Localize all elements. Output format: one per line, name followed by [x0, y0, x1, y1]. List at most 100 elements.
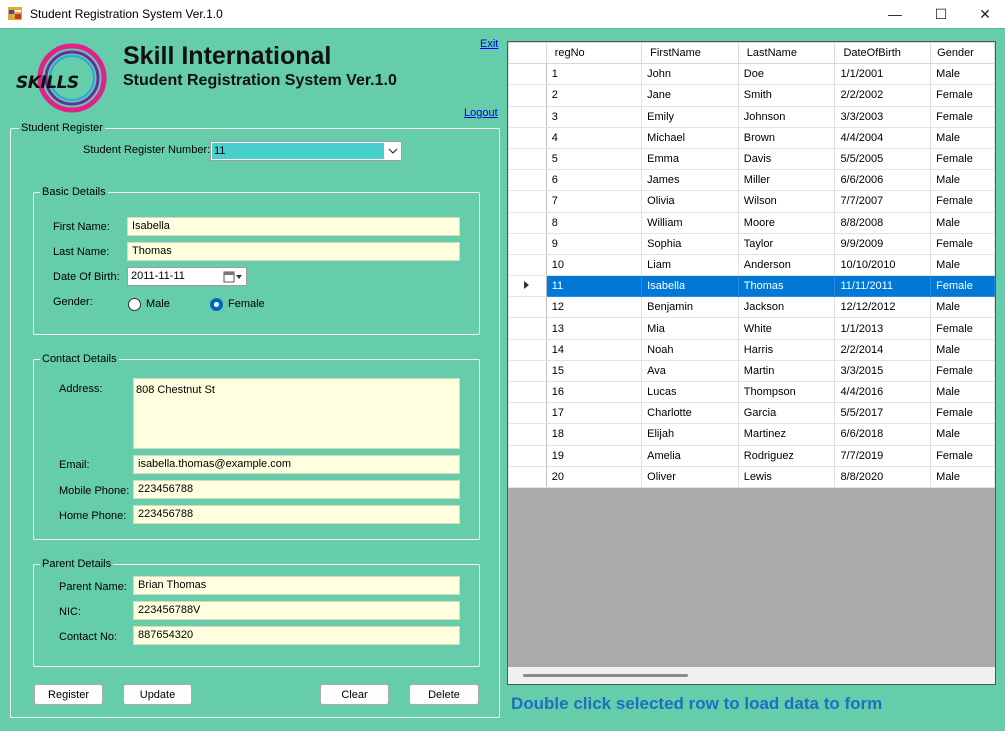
cell-lastname[interactable]: Jackson: [737, 296, 836, 319]
cell-dateofbirth[interactable]: 12/12/2012: [834, 296, 932, 319]
cell-regno[interactable]: 13: [545, 317, 643, 340]
row-header[interactable]: [508, 465, 547, 488]
cell-lastname[interactable]: Miller: [737, 169, 836, 192]
cell-dateofbirth[interactable]: 8/8/2020: [834, 465, 932, 488]
cell-firstname[interactable]: Sophia: [641, 232, 739, 255]
cell-firstname[interactable]: Emma: [641, 147, 739, 171]
first-name-field[interactable]: Isabella: [127, 217, 460, 236]
reg-no-combobox[interactable]: 11: [210, 141, 402, 161]
cell-dateofbirth[interactable]: 1/1/2013: [834, 317, 932, 340]
cell-regno[interactable]: 14: [545, 338, 643, 361]
cell-firstname[interactable]: Oliver: [641, 465, 739, 488]
cell-dateofbirth[interactable]: 2/2/2014: [834, 338, 932, 361]
cell-dateofbirth[interactable]: 6/6/2006: [834, 169, 932, 192]
students-grid[interactable]: regNo FirstName LastName DateOfBirth Gen…: [507, 41, 996, 685]
cell-regno[interactable]: 6: [545, 169, 643, 192]
cell-dateofbirth[interactable]: 7/7/2007: [834, 190, 932, 213]
cell-regno[interactable]: 19: [545, 444, 643, 467]
table-row[interactable]: 9 Sophia Taylor 9/9/2009 Female: [508, 232, 995, 255]
cell-dateofbirth[interactable]: 2/2/2002: [834, 84, 932, 107]
cell-regno[interactable]: 18: [545, 423, 643, 446]
column-header-dateofbirth[interactable]: DateOfBirth: [834, 42, 932, 65]
cell-regno[interactable]: 4: [545, 126, 643, 149]
maximize-button[interactable]: ☐: [918, 0, 964, 28]
cell-gender[interactable]: Male: [930, 338, 995, 361]
table-row[interactable]: 4 Michael Brown 4/4/2004 Male: [508, 126, 995, 149]
cell-lastname[interactable]: Brown: [737, 126, 836, 149]
row-header[interactable]: [508, 147, 547, 171]
cell-gender[interactable]: Female: [930, 147, 995, 171]
table-row[interactable]: 8 William Moore 8/8/2008 Male: [508, 211, 995, 234]
horizontal-scrollbar[interactable]: [508, 667, 995, 684]
table-row[interactable]: 6 James Miller 6/6/2006 Male: [508, 169, 995, 192]
cell-gender[interactable]: Male: [930, 169, 995, 192]
row-header[interactable]: [508, 402, 547, 425]
table-row[interactable]: 17 Charlotte Garcia 5/5/2017 Female: [508, 402, 995, 425]
cell-firstname[interactable]: Benjamin: [641, 296, 739, 319]
cell-lastname[interactable]: Thomas: [737, 275, 836, 298]
cell-regno[interactable]: 3: [545, 105, 643, 128]
cell-lastname[interactable]: Martin: [737, 359, 836, 383]
table-row[interactable]: 2 Jane Smith 2/2/2002 Female: [508, 84, 995, 107]
dob-picker[interactable]: 2011-11-11: [127, 267, 247, 286]
gender-male-radio[interactable]: [128, 298, 141, 311]
cell-firstname[interactable]: Amelia: [641, 444, 739, 467]
table-row[interactable]: 20 Oliver Lewis 8/8/2020 Male: [508, 465, 995, 488]
cell-lastname[interactable]: Moore: [737, 211, 836, 234]
cell-gender[interactable]: Female: [930, 317, 995, 340]
column-header-regno[interactable]: regNo: [545, 42, 643, 65]
cell-firstname[interactable]: Mia: [641, 317, 739, 340]
cell-firstname[interactable]: William: [641, 211, 739, 234]
cell-gender[interactable]: Male: [930, 296, 995, 319]
calendar-icon[interactable]: [222, 269, 244, 284]
table-row[interactable]: 10 Liam Anderson 10/10/2010 Male: [508, 253, 995, 277]
cell-firstname[interactable]: Isabella: [641, 275, 739, 298]
row-header[interactable]: [508, 169, 547, 192]
cell-dateofbirth[interactable]: 6/6/2018: [834, 423, 932, 446]
cell-firstname[interactable]: Lucas: [641, 380, 739, 404]
cell-lastname[interactable]: Martinez: [737, 423, 836, 446]
cell-firstname[interactable]: James: [641, 169, 739, 192]
cell-gender[interactable]: Female: [930, 232, 995, 255]
cell-regno[interactable]: 2: [545, 84, 643, 107]
gender-female-radio[interactable]: [210, 298, 223, 311]
update-button[interactable]: Update: [123, 684, 192, 705]
row-header[interactable]: [508, 84, 547, 107]
row-header[interactable]: [508, 232, 547, 255]
cell-regno[interactable]: 12: [545, 296, 643, 319]
table-row[interactable]: 5 Emma Davis 5/5/2005 Female: [508, 147, 995, 171]
nic-field[interactable]: 223456788V: [133, 601, 460, 620]
table-row[interactable]: 3 Emily Johnson 3/3/2003 Female: [508, 105, 995, 128]
cell-regno[interactable]: 5: [545, 147, 643, 171]
column-header-lastname[interactable]: LastName: [737, 42, 836, 65]
row-header[interactable]: [508, 296, 547, 319]
cell-firstname[interactable]: Olivia: [641, 190, 739, 213]
cell-lastname[interactable]: Doe: [737, 63, 836, 86]
cell-firstname[interactable]: Noah: [641, 338, 739, 361]
cell-dateofbirth[interactable]: 4/4/2004: [834, 126, 932, 149]
close-button[interactable]: ✕: [962, 0, 1005, 28]
cell-gender[interactable]: Female: [930, 190, 995, 213]
cell-lastname[interactable]: Johnson: [737, 105, 836, 128]
cell-gender[interactable]: Male: [930, 465, 995, 488]
cell-lastname[interactable]: White: [737, 317, 836, 340]
cell-lastname[interactable]: Rodriguez: [737, 444, 836, 467]
column-header-firstname[interactable]: FirstName: [641, 42, 739, 65]
cell-lastname[interactable]: Lewis: [737, 465, 836, 488]
cell-firstname[interactable]: Jane: [641, 84, 739, 107]
cell-firstname[interactable]: John: [641, 63, 739, 86]
last-name-field[interactable]: Thomas: [127, 242, 460, 261]
cell-regno[interactable]: 20: [545, 465, 643, 488]
table-row[interactable]: 11 Isabella Thomas 11/11/2011 Female: [508, 275, 995, 298]
cell-gender[interactable]: Female: [930, 105, 995, 128]
cell-dateofbirth[interactable]: 9/9/2009: [834, 232, 932, 255]
cell-dateofbirth[interactable]: 1/1/2001: [834, 63, 932, 86]
parent-name-field[interactable]: Brian Thomas: [133, 576, 460, 595]
parent-contact-field[interactable]: 887654320: [133, 626, 460, 645]
cell-dateofbirth[interactable]: 8/8/2008: [834, 211, 932, 234]
scrollbar-thumb[interactable]: [523, 674, 688, 677]
table-row[interactable]: 7 Olivia Wilson 7/7/2007 Female: [508, 190, 995, 213]
cell-dateofbirth[interactable]: 3/3/2015: [834, 359, 932, 383]
cell-dateofbirth[interactable]: 3/3/2003: [834, 105, 932, 128]
minimize-button[interactable]: —: [872, 0, 918, 28]
